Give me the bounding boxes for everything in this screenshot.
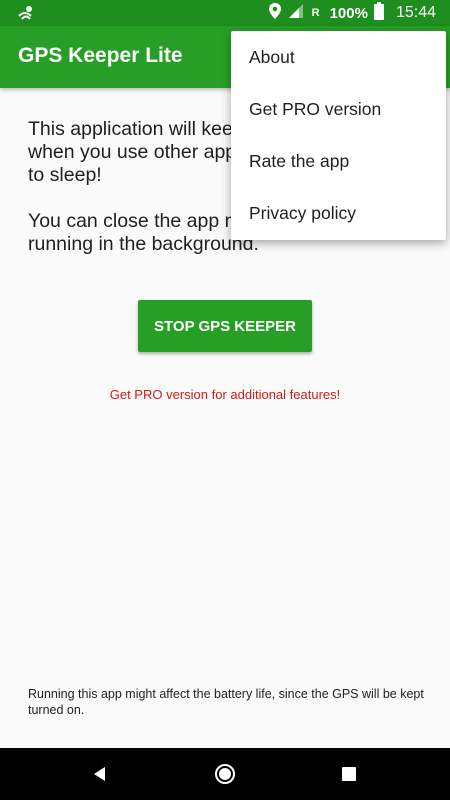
- menu-item-rate-app[interactable]: Rate the app: [231, 135, 446, 187]
- status-bar: R 100% 15:44: [0, 0, 450, 26]
- clock: 15:44: [395, 4, 436, 21]
- battery-note: Running this app might affect the batter…: [28, 687, 424, 717]
- navigation-bar: [0, 748, 450, 800]
- gps-keeper-notification-icon: [16, 4, 36, 22]
- stop-gps-keeper-button[interactable]: STOP GPS KEEPER: [138, 300, 312, 352]
- home-icon[interactable]: [213, 762, 237, 786]
- get-pro-link[interactable]: Get PRO version for additional features!: [0, 387, 450, 402]
- menu-item-about[interactable]: About: [231, 31, 446, 83]
- battery-icon: [373, 2, 384, 24]
- overflow-menu: About Get PRO version Rate the app Priva…: [231, 31, 446, 240]
- back-icon[interactable]: [88, 762, 112, 786]
- signal-icon: [288, 3, 304, 23]
- location-pin-icon: [268, 2, 282, 24]
- recent-apps-icon[interactable]: [337, 762, 361, 786]
- app-title: GPS Keeper Lite: [18, 44, 183, 67]
- network-indicator: R: [311, 7, 320, 19]
- battery-percent: 100%: [329, 4, 368, 22]
- menu-item-get-pro[interactable]: Get PRO version: [231, 83, 446, 135]
- menu-item-privacy-policy[interactable]: Privacy policy: [231, 187, 446, 239]
